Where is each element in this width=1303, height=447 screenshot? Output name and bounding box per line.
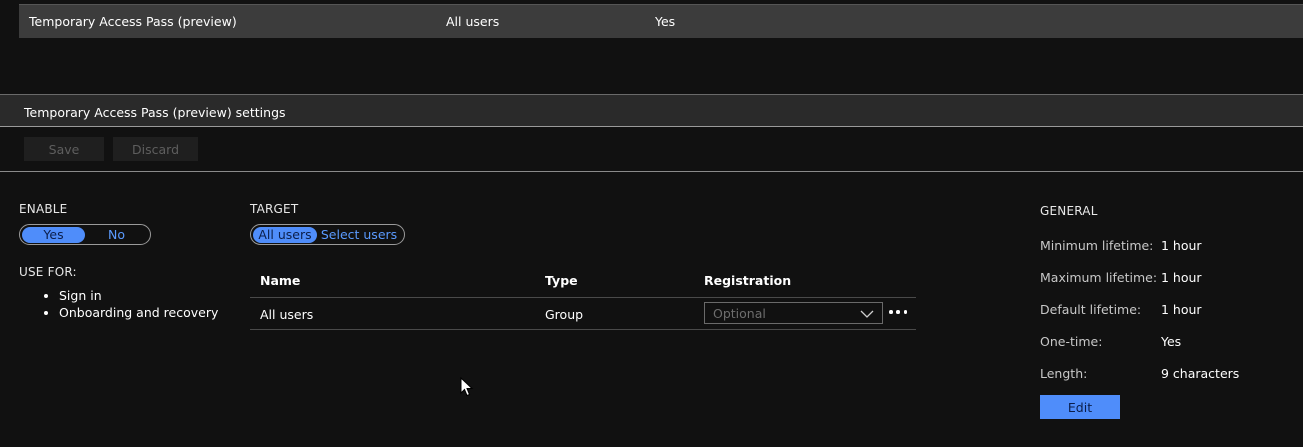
table-row-divider bbox=[250, 329, 916, 330]
method-target: All users bbox=[446, 14, 500, 29]
use-for-label: USE FOR: bbox=[19, 265, 77, 279]
settings-header: Temporary Access Pass (preview) settings bbox=[0, 94, 1303, 127]
length-label: Length: bbox=[1040, 366, 1088, 381]
row-name: All users bbox=[260, 307, 314, 322]
minimum-lifetime-value: 1 hour bbox=[1161, 238, 1202, 253]
maximum-lifetime-label: Maximum lifetime: bbox=[1040, 270, 1158, 285]
toolbar-divider bbox=[0, 171, 1303, 172]
use-for-list: Sign in Onboarding and recovery bbox=[19, 288, 218, 320]
row-type: Group bbox=[545, 307, 584, 322]
edit-button[interactable]: Edit bbox=[1040, 395, 1120, 419]
mouse-pointer-icon bbox=[460, 376, 474, 400]
default-lifetime-value: 1 hour bbox=[1161, 302, 1202, 317]
method-enabled: Yes bbox=[655, 14, 676, 29]
target-all-users-option[interactable]: All users bbox=[253, 226, 317, 243]
more-horizontal-icon[interactable] bbox=[889, 304, 907, 320]
discard-button[interactable]: Discard bbox=[113, 137, 198, 161]
column-header-type[interactable]: Type bbox=[545, 273, 578, 288]
column-header-name[interactable]: Name bbox=[260, 273, 300, 288]
column-header-registration[interactable]: Registration bbox=[704, 273, 791, 288]
use-for-item: Onboarding and recovery bbox=[59, 305, 218, 320]
maximum-lifetime-value: 1 hour bbox=[1161, 270, 1202, 285]
save-button[interactable]: Save bbox=[24, 137, 104, 161]
registration-dropdown[interactable]: Optional bbox=[704, 302, 883, 324]
general-label: GENERAL bbox=[1040, 204, 1098, 218]
length-value: 9 characters bbox=[1161, 366, 1240, 381]
settings-title: Temporary Access Pass (preview) settings bbox=[24, 105, 286, 120]
target-toggle[interactable]: All users Select users bbox=[250, 224, 405, 245]
registration-dropdown-value: Optional bbox=[713, 306, 766, 321]
target-select-users-option[interactable]: Select users bbox=[317, 227, 401, 243]
one-time-label: One-time: bbox=[1040, 334, 1103, 349]
one-time-value: Yes bbox=[1161, 334, 1182, 349]
default-lifetime-label: Default lifetime: bbox=[1040, 302, 1142, 317]
enable-yes-option[interactable]: Yes bbox=[22, 226, 85, 243]
enable-toggle[interactable]: Yes No bbox=[19, 224, 151, 245]
enable-label: ENABLE bbox=[19, 202, 68, 216]
target-label: TARGET bbox=[250, 202, 299, 216]
method-summary-row[interactable]: Temporary Access Pass (preview) All user… bbox=[19, 4, 1303, 38]
use-for-item: Sign in bbox=[59, 288, 218, 303]
chevron-down-icon bbox=[860, 307, 874, 322]
use-for-list-container: Sign in Onboarding and recovery bbox=[19, 288, 218, 322]
method-name: Temporary Access Pass (preview) bbox=[29, 14, 237, 29]
enable-no-option[interactable]: No bbox=[85, 227, 148, 243]
minimum-lifetime-label: Minimum lifetime: bbox=[1040, 238, 1154, 253]
